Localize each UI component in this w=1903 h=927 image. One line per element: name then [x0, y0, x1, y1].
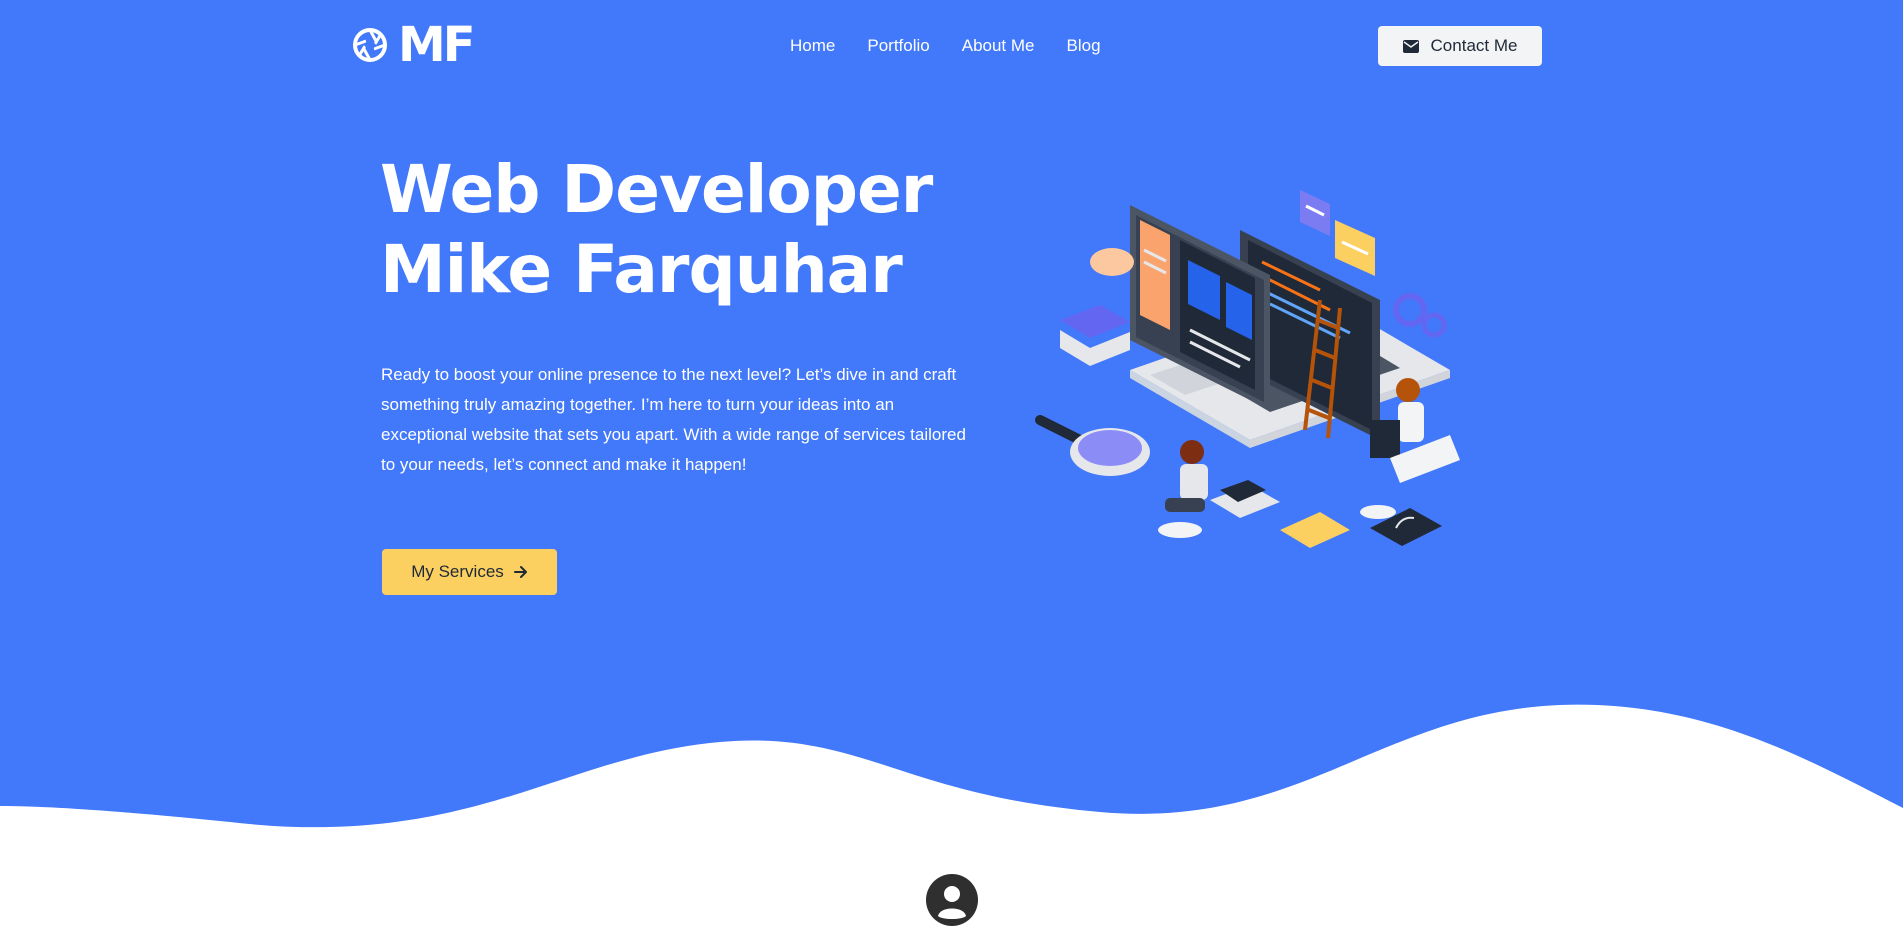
my-services-button[interactable]: My Services	[382, 549, 557, 595]
hero-title: Web Developer Mike Farquhar	[380, 150, 1000, 310]
logo-text: MF	[398, 17, 476, 73]
aperture-icon	[353, 28, 387, 62]
nav-home[interactable]: Home	[790, 34, 835, 58]
main-nav: Home Portfolio About Me Blog	[790, 34, 1101, 58]
contact-me-label: Contact Me	[1430, 36, 1518, 55]
web-developer-illustration	[1035, 190, 1460, 548]
hero-description: Ready to boost your online presence to t…	[381, 365, 966, 474]
my-services-label: My Services	[411, 562, 504, 581]
arrow-right-icon	[513, 566, 527, 578]
nav-about-me[interactable]: About Me	[962, 34, 1035, 58]
user-circle-icon	[926, 874, 978, 926]
hero-title-line2: Mike Farquhar	[380, 231, 903, 308]
logo[interactable]: MF	[352, 17, 488, 73]
contact-me-button[interactable]: Contact Me	[1378, 26, 1542, 66]
nav-blog[interactable]: Blog	[1067, 34, 1101, 58]
envelope-icon	[1402, 39, 1419, 53]
nav-portfolio[interactable]: Portfolio	[867, 34, 929, 58]
site-header: MF Home Portfolio About Me Blog Contact …	[0, 0, 1903, 92]
hero-title-line1: Web Developer	[380, 151, 933, 228]
